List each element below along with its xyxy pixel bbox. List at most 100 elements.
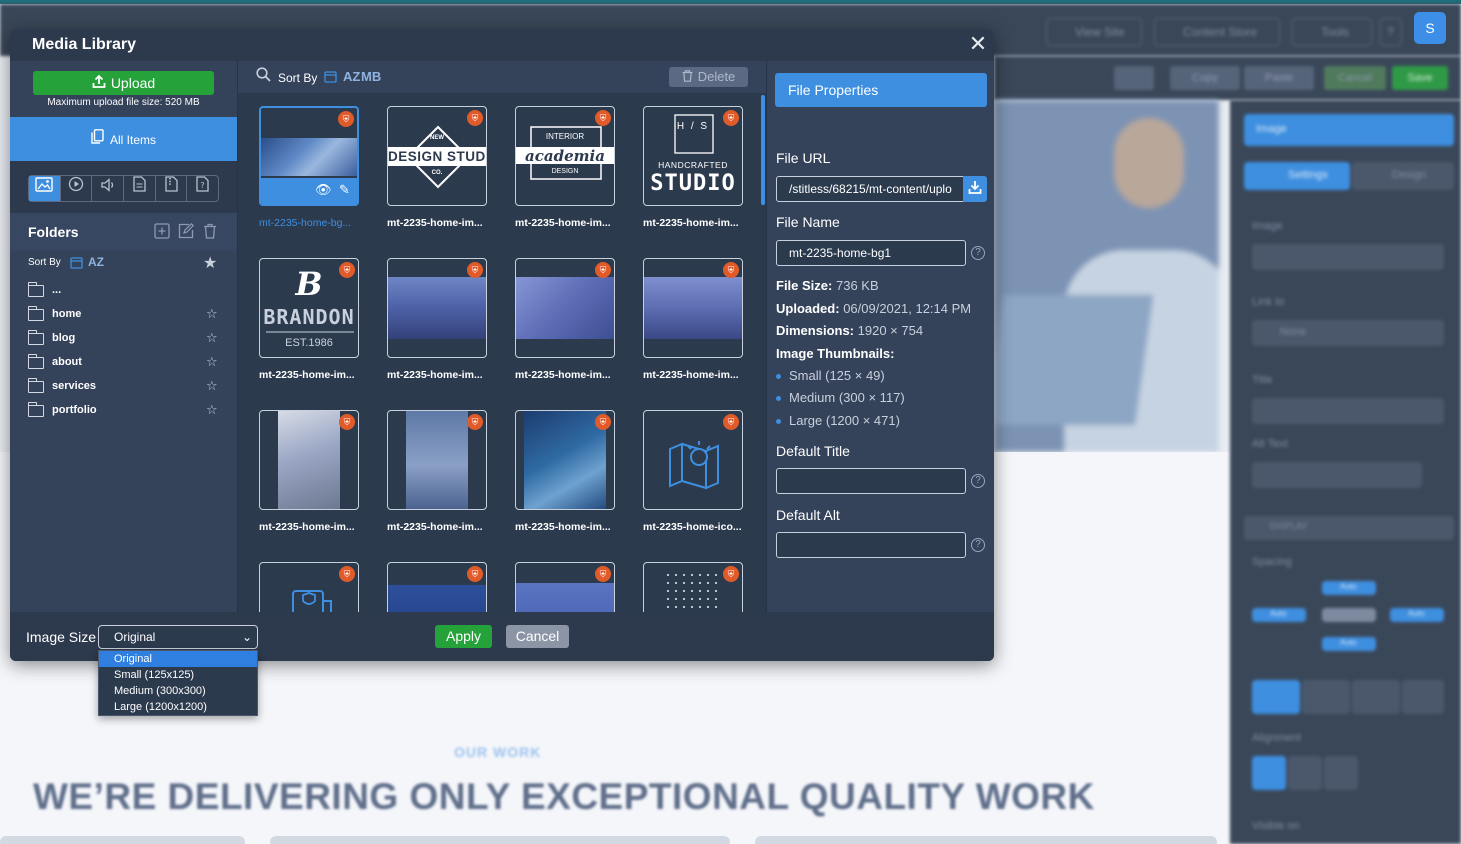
- star-outline-icon[interactable]: ☆: [206, 378, 218, 394]
- option-medium[interactable]: Medium (300x300): [99, 683, 257, 699]
- search-icon[interactable]: [256, 67, 271, 86]
- file-url-field[interactable]: /stitless/68215/mt-content/uplo: [776, 176, 964, 202]
- default-alt-field[interactable]: [776, 532, 966, 558]
- view-site-button[interactable]: View Site: [1046, 18, 1142, 46]
- download-icon[interactable]: [963, 176, 987, 202]
- align-left-button[interactable]: [1252, 756, 1286, 790]
- spacing-top[interactable]: Auto: [1322, 581, 1376, 595]
- grid-sort-size[interactable]: MB: [361, 69, 381, 84]
- media-tile[interactable]: ⛨: [643, 258, 743, 358]
- copy-button[interactable]: Copy: [1170, 66, 1240, 90]
- media-item-name[interactable]: mt-2235-home-im...: [643, 217, 753, 229]
- grid-scrollbar[interactable]: [761, 95, 765, 205]
- media-item-name[interactable]: mt-2235-home-im...: [515, 217, 625, 229]
- device-landscape-button[interactable]: [1352, 680, 1400, 714]
- folder-item-about[interactable]: about ☆: [28, 354, 223, 375]
- star-outline-icon[interactable]: ☆: [206, 354, 218, 370]
- media-tile[interactable]: H / S HANDCRAFTED STUDIO ⛨: [643, 106, 743, 206]
- file-name-field[interactable]: mt-2235-home-bg1: [776, 240, 966, 266]
- delete-button[interactable]: Delete: [669, 67, 748, 87]
- media-tile[interactable]: INTERIOR academia DESIGN ⛨: [515, 106, 615, 206]
- media-tile[interactable]: ⛨: [515, 410, 615, 510]
- calendar-icon[interactable]: [70, 256, 83, 272]
- apply-button[interactable]: Apply: [435, 625, 492, 648]
- edit-pencil-icon[interactable]: ✎: [339, 182, 350, 198]
- cancel-button[interactable]: Cancel: [506, 625, 569, 648]
- media-tile[interactable]: ⛨: [259, 562, 359, 612]
- device-mobile-button[interactable]: [1402, 680, 1444, 714]
- option-large[interactable]: Large (1200x1200): [99, 699, 257, 715]
- align-center-button[interactable]: [1288, 756, 1322, 790]
- favorites-star-icon[interactable]: ★: [203, 253, 217, 273]
- user-avatar[interactable]: S: [1414, 12, 1446, 44]
- media-tile[interactable]: ⛨: [643, 562, 743, 612]
- image-size-select[interactable]: Original ⌄: [98, 625, 258, 649]
- media-tile[interactable]: ⛨: [387, 410, 487, 510]
- filter-documents-icon[interactable]: [124, 176, 156, 201]
- media-item-name[interactable]: mt-2235-home-im...: [259, 521, 369, 533]
- media-tile[interactable]: B BRANDON EST.1986 ⛨: [259, 258, 359, 358]
- align-right-button[interactable]: [1324, 756, 1358, 790]
- spacing-right[interactable]: Auto: [1390, 608, 1444, 622]
- view-eye-icon[interactable]: 👁: [315, 182, 332, 198]
- edit-folder-icon[interactable]: [177, 222, 195, 241]
- star-outline-icon[interactable]: ☆: [206, 330, 218, 346]
- folder-item-services[interactable]: services ☆: [28, 378, 223, 399]
- undo-button[interactable]: [1114, 66, 1154, 90]
- media-item-name[interactable]: mt-2235-home-im...: [259, 369, 369, 381]
- spacing-bottom[interactable]: Auto: [1322, 637, 1376, 651]
- star-outline-icon[interactable]: ☆: [206, 402, 218, 418]
- help-icon[interactable]: ?: [971, 246, 985, 260]
- media-item-name[interactable]: mt-2235-home-im...: [387, 217, 497, 229]
- display-section-header[interactable]: DISPLAY: [1244, 516, 1454, 540]
- media-item-name[interactable]: mt-2235-home-im...: [387, 369, 497, 381]
- cancel-edit-button[interactable]: Cancel: [1324, 66, 1386, 90]
- option-original[interactable]: Original: [99, 651, 257, 667]
- filter-archives-icon[interactable]: [156, 176, 188, 201]
- device-desktop-button[interactable]: [1252, 680, 1300, 714]
- media-tile[interactable]: ⛨: [259, 410, 359, 510]
- media-item-name[interactable]: mt-2235-home-ico...: [643, 521, 753, 533]
- media-item-name[interactable]: mt-2235-home-im...: [643, 369, 753, 381]
- filter-audio-icon[interactable]: [92, 176, 125, 201]
- all-items-button[interactable]: All Items: [10, 117, 237, 161]
- image-field[interactable]: [1252, 244, 1444, 270]
- filter-images-icon[interactable]: [29, 176, 61, 201]
- tools-button[interactable]: Tools: [1292, 18, 1372, 46]
- device-tablet-button[interactable]: [1302, 680, 1350, 714]
- calendar-icon[interactable]: [324, 70, 337, 88]
- media-tile[interactable]: ⛨: [387, 562, 487, 612]
- close-icon[interactable]: ✕: [968, 33, 988, 55]
- media-tile[interactable]: ⛨: [387, 258, 487, 358]
- paste-button[interactable]: Paste: [1244, 66, 1314, 90]
- filter-other-icon[interactable]: ?: [187, 176, 218, 201]
- help-icon[interactable]: ?: [971, 474, 985, 488]
- settings-tab[interactable]: Settings: [1244, 162, 1350, 190]
- design-tab[interactable]: Design: [1352, 162, 1454, 190]
- grid-sort-az[interactable]: AZ: [343, 69, 360, 84]
- add-folder-icon[interactable]: [153, 223, 171, 241]
- media-tile[interactable]: ⛨: [643, 410, 743, 510]
- link-to-select[interactable]: None: [1252, 320, 1444, 346]
- folder-item-portfolio[interactable]: portfolio ☆: [28, 402, 223, 423]
- media-tile[interactable]: ⛨ 👁 ✎: [259, 106, 359, 206]
- media-tile[interactable]: DESIGN STUDIO NEW CO. ⛨: [387, 106, 487, 206]
- folder-item-blog[interactable]: blog ☆: [28, 330, 223, 351]
- save-button[interactable]: Save: [1392, 66, 1448, 90]
- delete-folder-icon[interactable]: [201, 223, 219, 241]
- help-icon[interactable]: ?: [971, 538, 985, 552]
- content-store-button[interactable]: Content Store: [1154, 18, 1280, 46]
- folder-item-home[interactable]: home ☆: [28, 306, 223, 327]
- media-tile[interactable]: ⛨: [515, 562, 615, 612]
- help-button[interactable]: ?: [1380, 18, 1402, 46]
- spacing-left[interactable]: Auto: [1252, 608, 1306, 622]
- default-title-field[interactable]: [776, 468, 966, 494]
- star-outline-icon[interactable]: ☆: [206, 306, 218, 322]
- option-small[interactable]: Small (125x125): [99, 667, 257, 683]
- media-item-name[interactable]: mt-2235-home-bg...: [259, 217, 369, 229]
- media-item-name[interactable]: mt-2235-home-im...: [515, 369, 625, 381]
- media-item-name[interactable]: mt-2235-home-im...: [515, 521, 625, 533]
- title-field[interactable]: [1252, 398, 1444, 424]
- upload-button[interactable]: Upload: [33, 71, 214, 95]
- folder-sort-az[interactable]: AZ: [88, 255, 104, 269]
